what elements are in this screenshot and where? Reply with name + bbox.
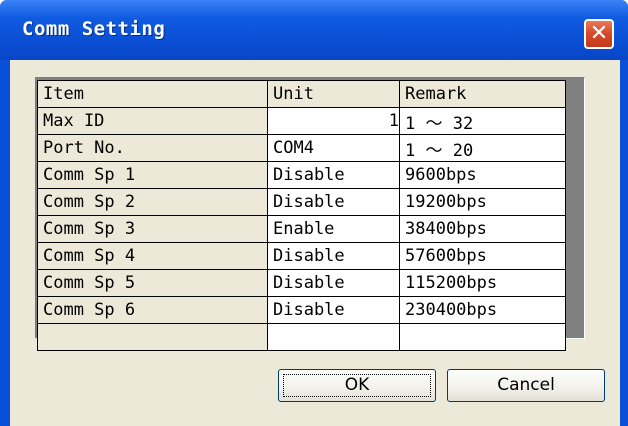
column-header-remark[interactable]: Remark xyxy=(399,80,566,108)
row-unit-cell[interactable]: Disable xyxy=(267,296,400,324)
close-icon[interactable]: ✕ xyxy=(584,19,614,49)
row-item-cell: Comm Sp 6 xyxy=(37,296,268,324)
title-bar[interactable]: Comm Setting ✕ xyxy=(0,0,628,60)
cancel-button[interactable]: Cancel xyxy=(447,369,605,402)
table-row: Comm Sp 2 Disable 19200bps xyxy=(37,188,566,216)
table-row: Comm Sp 4 Disable 57600bps xyxy=(37,242,566,270)
row-unit-cell[interactable]: Disable xyxy=(267,242,400,270)
cancel-button-label: Cancel xyxy=(497,375,555,395)
row-remark-cell: 9600bps xyxy=(399,161,566,189)
row-unit-cell[interactable]: Enable xyxy=(267,215,400,243)
table-row: Comm Sp 1 Disable 9600bps xyxy=(37,161,566,189)
row-item-cell: Max ID xyxy=(37,107,268,135)
table-row xyxy=(37,323,566,351)
row-unit-cell[interactable] xyxy=(267,323,400,351)
ok-button[interactable]: OK xyxy=(278,369,436,402)
row-unit-cell[interactable]: Disable xyxy=(267,161,400,189)
row-unit-cell[interactable]: COM4 xyxy=(267,134,400,162)
row-item-cell: Comm Sp 3 xyxy=(37,215,268,243)
row-remark-cell: 230400bps xyxy=(399,296,566,324)
row-item-cell: Port No. xyxy=(37,134,268,162)
focus-rectangle xyxy=(283,374,431,397)
row-remark-cell: 1 ～ 32 xyxy=(399,107,566,135)
row-item-cell: Comm Sp 2 xyxy=(37,188,268,216)
table-row: Comm Sp 3 Enable 38400bps xyxy=(37,215,566,243)
settings-grid: Item Unit Remark Max ID 1 1 ～ 32 Port No… xyxy=(37,80,566,351)
row-item-cell: Comm Sp 1 xyxy=(37,161,268,189)
row-unit-cell[interactable]: Disable xyxy=(267,269,400,297)
row-unit-cell[interactable]: Disable xyxy=(267,188,400,216)
row-remark-cell xyxy=(399,323,566,351)
row-item-cell xyxy=(37,323,268,351)
row-item-cell: Comm Sp 4 xyxy=(37,242,268,270)
row-remark-cell: 115200bps xyxy=(399,269,566,297)
window-title: Comm Setting xyxy=(22,18,166,40)
row-remark-cell: 57600bps xyxy=(399,242,566,270)
row-remark-cell: 19200bps xyxy=(399,188,566,216)
table-row: Port No. COM4 1 ～ 20 xyxy=(37,134,566,162)
column-header-item[interactable]: Item xyxy=(37,80,268,108)
row-item-cell: Comm Sp 5 xyxy=(37,269,268,297)
grid-header-row: Item Unit Remark xyxy=(37,80,566,108)
table-row: Comm Sp 6 Disable 230400bps xyxy=(37,296,566,324)
row-unit-cell[interactable]: 1 xyxy=(267,107,400,135)
row-remark-cell: 38400bps xyxy=(399,215,566,243)
table-row: Comm Sp 5 Disable 115200bps xyxy=(37,269,566,297)
row-remark-cell: 1 ～ 20 xyxy=(399,134,566,162)
table-row: Max ID 1 1 ～ 32 xyxy=(37,107,566,135)
column-header-unit[interactable]: Unit xyxy=(267,80,400,108)
